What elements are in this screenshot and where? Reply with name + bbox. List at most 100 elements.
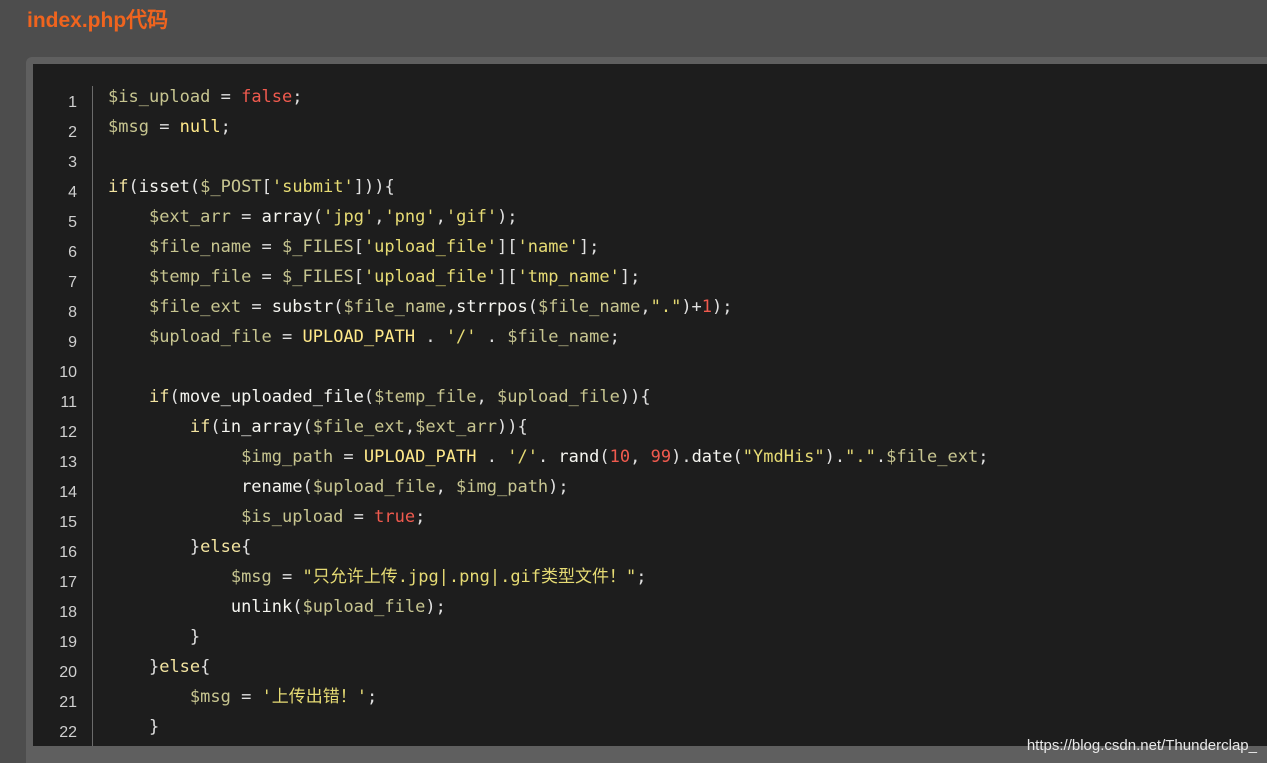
code-token: ( <box>210 417 221 437</box>
line-number: 9 <box>68 334 77 351</box>
code-token: unlink <box>230 597 293 617</box>
code-line[interactable]: $upload_file = UPLOAD_PATH . '/' . $file… <box>108 322 1267 352</box>
code-line[interactable]: unlink($upload_file); <box>108 592 1267 622</box>
code-line[interactable]: }else{ <box>108 652 1267 682</box>
code-line[interactable]: if(move_uploaded_file($temp_file, $uploa… <box>108 382 1267 412</box>
line-number: 1 <box>68 94 77 111</box>
code-token: true <box>374 507 416 527</box>
code-line[interactable]: $msg = null; <box>108 112 1267 142</box>
code-token: { <box>200 657 211 677</box>
code-line[interactable]: $msg = '上传出错！'; <box>108 682 1267 712</box>
code-token: , <box>640 297 651 317</box>
code-token: else <box>200 537 242 557</box>
code-token: ][ <box>497 267 518 287</box>
code-token: UPLOAD_PATH <box>302 327 416 347</box>
code-token: = <box>230 207 262 227</box>
code-token: } <box>189 627 201 647</box>
code-token: = <box>241 297 272 317</box>
code-line[interactable]: $img_path = UPLOAD_PATH . '/'. rand(10, … <box>108 442 1267 472</box>
code-block[interactable]: 1 2 3 4 5 6 7 8 9 10 11 12 13 14 15 16 17 18 19 20 21 22 $is_… <box>33 64 1267 746</box>
code-token: } <box>148 717 160 737</box>
code-token: ( <box>732 447 743 467</box>
code-token: $is_upload <box>108 87 211 107</box>
code-token: ; <box>636 567 647 587</box>
code-token: 99 <box>650 447 672 467</box>
code-token: , <box>445 297 457 317</box>
code-token: ; <box>978 447 989 467</box>
code-token: $file_ext <box>148 297 242 317</box>
code-token: ( <box>302 477 313 497</box>
code-token: = <box>271 567 303 587</box>
line-number: 8 <box>68 304 77 321</box>
code-line[interactable]: }else{ <box>108 532 1267 562</box>
line-number: 11 <box>60 394 77 411</box>
code-token: , <box>435 207 446 227</box>
code-token: ( <box>333 297 344 317</box>
line-number: 17 <box>59 574 77 591</box>
code-token: } <box>189 537 201 557</box>
code-token: $img_path <box>456 477 549 497</box>
code-token: 'name' <box>517 237 579 257</box>
code-token: = <box>230 687 262 707</box>
code-token: = <box>333 447 364 467</box>
code-token: ( <box>169 387 180 407</box>
code-token: $is_upload <box>241 507 344 527</box>
watermark-url: https://blog.csdn.net/Thunderclap_ <box>1026 737 1257 754</box>
code-line[interactable]: if(in_array($file_ext,$ext_arr)){ <box>108 412 1267 442</box>
code-token: ])){ <box>353 177 395 197</box>
code-token: { <box>241 537 252 557</box>
line-number: 21 <box>59 694 77 711</box>
code-token: ; <box>292 87 303 107</box>
code-line[interactable] <box>108 352 1267 382</box>
code-token: ( <box>363 387 375 407</box>
code-lines[interactable]: $is_upload = false; $msg = null; if(isset(… <box>108 82 1267 742</box>
code-token: $msg <box>189 687 231 707</box>
code-token: [ <box>261 177 272 197</box>
line-number-gutter: 1 2 3 4 5 6 7 8 9 10 11 12 13 14 15 16 17 18 19 20 21 22 <box>33 86 93 746</box>
line-number: 20 <box>59 664 77 681</box>
code-line[interactable]: $file_name = $_FILES['upload_file']['nam… <box>108 232 1267 262</box>
code-token: . <box>537 447 559 467</box>
code-line[interactable]: rename($upload_file, $img_path); <box>108 472 1267 502</box>
code-line[interactable]: $ext_arr = array('jpg','png','gif'); <box>108 202 1267 232</box>
code-token: if <box>108 177 129 197</box>
code-token: ; <box>220 117 231 137</box>
code-token: $file_name <box>343 297 446 317</box>
code-token: ( <box>302 417 313 437</box>
code-token: array <box>261 207 313 227</box>
code-token: 'gif' <box>445 207 498 227</box>
line-number: 14 <box>59 484 77 501</box>
code-line[interactable]: $msg = "只允许上传.jpg|.png|.gif类型文件！"; <box>108 562 1267 592</box>
code-line[interactable]: $temp_file = $_FILES['upload_file']['tmp… <box>108 262 1267 292</box>
code-token: . <box>476 327 508 347</box>
line-number: 6 <box>68 244 77 261</box>
page-title: index.php代码 <box>27 9 169 32</box>
code-line[interactable]: $is_upload = false; <box>108 82 1267 112</box>
code-token: date <box>691 447 733 467</box>
code-token: ). <box>824 447 846 467</box>
code-line[interactable] <box>108 142 1267 172</box>
code-token: $ext_arr <box>415 417 498 437</box>
code-token: 'upload_file' <box>363 237 497 257</box>
code-token: . <box>415 327 446 347</box>
code-token: $msg <box>108 117 149 137</box>
code-line[interactable]: $is_upload = true; <box>108 502 1267 532</box>
code-line[interactable]: $file_ext = substr($file_name,strrpos($f… <box>108 292 1267 322</box>
code-token: [ <box>353 237 364 257</box>
code-token: $upload_file <box>302 597 426 617</box>
code-token: , <box>630 447 651 467</box>
code-token: ( <box>189 177 201 197</box>
code-line[interactable]: if(isset($_POST['submit'])){ <box>108 172 1267 202</box>
code-token: null <box>179 117 221 137</box>
line-number: 2 <box>68 124 77 141</box>
code-line[interactable]: } <box>108 622 1267 652</box>
code-token: [ <box>353 267 364 287</box>
